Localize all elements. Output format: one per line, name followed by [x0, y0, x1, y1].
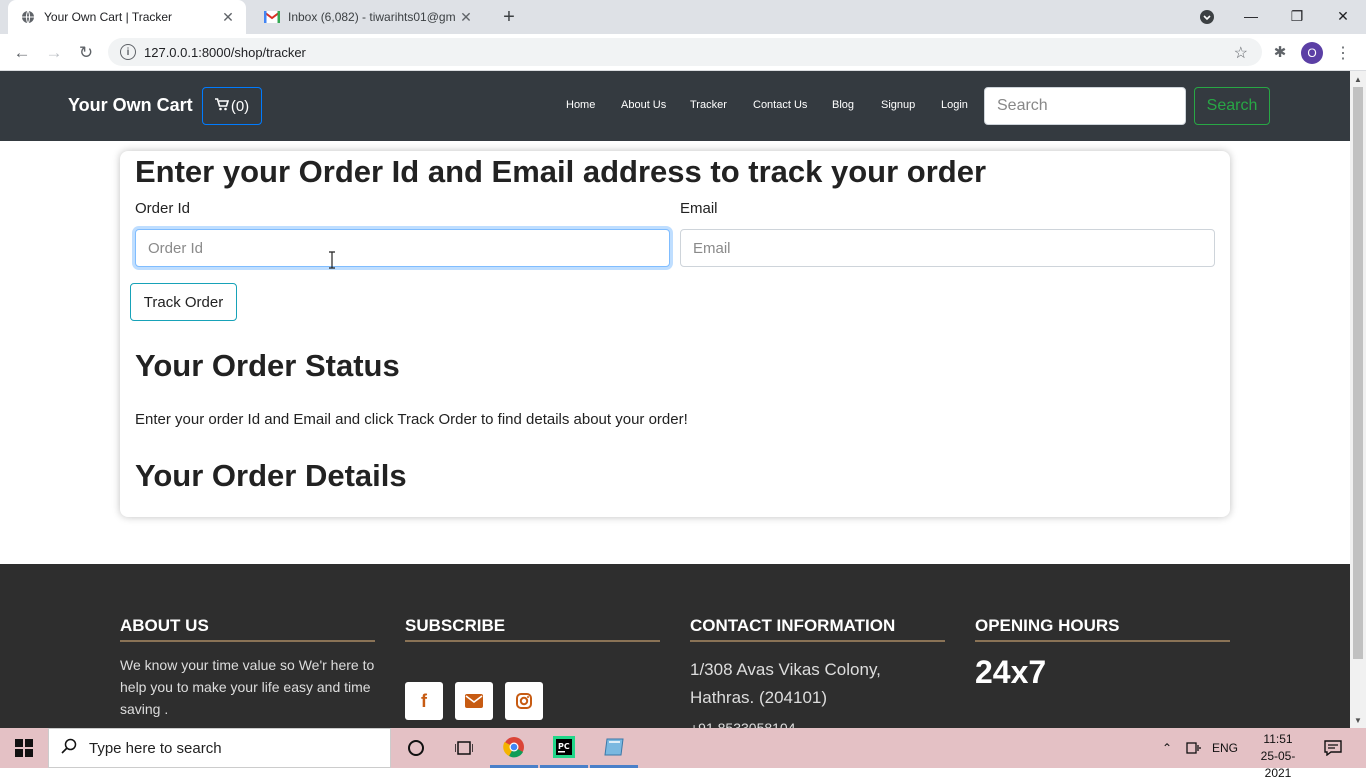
windows-taskbar: Type here to search PC ⌃ ENG 11:51 25-05…	[0, 728, 1366, 780]
page-scrollbar[interactable]: ▲ ▼	[1350, 71, 1366, 728]
gmail-icon	[264, 9, 280, 25]
email-input[interactable]: Email	[680, 229, 1215, 267]
nav-tracker[interactable]: Tracker	[690, 99, 727, 111]
footer-hours-title: OPENING HOURS	[975, 616, 1230, 642]
tray-chevron-icon[interactable]: ⌃	[1162, 728, 1172, 768]
nav-blog[interactable]: Blog	[832, 99, 854, 111]
order-status-heading: Your Order Status	[135, 348, 400, 383]
footer-subscribe: SUBSCRIBE f	[405, 616, 660, 720]
scrollbar-thumb[interactable]	[1353, 87, 1363, 659]
cart-icon	[214, 97, 229, 115]
app-window-icon[interactable]	[590, 728, 638, 768]
page-viewport: Your Own Cart (0) Home About Us Tracker …	[0, 71, 1350, 728]
site-search-button[interactable]: Search	[1194, 87, 1270, 125]
extensions-icon[interactable]: ✱	[1270, 42, 1290, 62]
cart-count: (0)	[230, 97, 250, 115]
facebook-icon[interactable]: f	[405, 682, 443, 720]
instagram-icon[interactable]	[505, 682, 543, 720]
site-navbar: Your Own Cart (0) Home About Us Tracker …	[0, 71, 1350, 141]
footer-contact-title: CONTACT INFORMATION	[690, 616, 945, 642]
nav-about-us[interactable]: About Us	[621, 99, 666, 111]
svg-text:PC: PC	[558, 742, 570, 751]
footer-subscribe-title: SUBSCRIBE	[405, 616, 660, 642]
footer-contact-address: 1/308 Avas Vikas Colony, Hathras. (20410…	[690, 660, 881, 707]
track-order-button[interactable]: Track Order	[130, 283, 237, 321]
envelope-icon[interactable]	[455, 682, 493, 720]
notification-icon[interactable]	[1324, 728, 1342, 768]
menu-icon[interactable]: ⋮	[1334, 42, 1352, 64]
address-bar[interactable]: i 127.0.0.1:8000/shop/tracker ☆	[108, 38, 1262, 66]
tab-search-icon[interactable]	[1196, 6, 1218, 28]
footer-contact-phone: +91 8533058104	[690, 720, 796, 728]
chrome-icon[interactable]	[490, 728, 538, 768]
task-view-icon[interactable]	[440, 728, 488, 768]
search-icon	[61, 738, 77, 759]
tab-tracker[interactable]: Your Own Cart | Tracker ✕	[8, 0, 246, 34]
footer-hours-value: 24x7	[975, 654, 1047, 690]
text-cursor-icon	[329, 251, 335, 269]
taskbar-clock[interactable]: 11:51 25-05-2021	[1252, 731, 1304, 782]
close-icon[interactable]: ✕	[456, 7, 476, 27]
network-icon[interactable]	[1186, 728, 1202, 768]
scroll-down-icon[interactable]: ▼	[1350, 712, 1366, 728]
language-indicator[interactable]: ENG	[1212, 728, 1238, 768]
taskbar-search-placeholder: Type here to search	[89, 739, 222, 757]
nav-contact-us[interactable]: Contact Us	[753, 99, 807, 111]
close-icon[interactable]: ✕	[218, 7, 238, 27]
footer-hours: OPENING HOURS 24x7	[975, 616, 1230, 691]
taskbar-search-input[interactable]: Type here to search	[48, 728, 391, 768]
footer-about-title: ABOUT US	[120, 616, 375, 642]
order-status-text: Enter your order Id and Email and click …	[135, 411, 688, 428]
order-id-input[interactable]: Order Id	[135, 229, 670, 267]
tracker-heading: Enter your Order Id and Email address to…	[135, 154, 987, 189]
url-text: 127.0.0.1:8000/shop/tracker	[144, 44, 306, 60]
cart-button[interactable]: (0)	[202, 87, 262, 125]
tab-strip: Your Own Cart | Tracker ✕ Inbox (6,082) …	[0, 0, 1366, 34]
nav-login[interactable]: Login	[941, 99, 968, 111]
site-footer: ABOUT US We know your time value so We'r…	[0, 564, 1350, 728]
info-icon[interactable]: i	[120, 44, 136, 60]
reload-icon[interactable]: ↻	[73, 40, 99, 66]
scroll-up-icon[interactable]: ▲	[1350, 71, 1366, 87]
email-label: Email	[680, 200, 718, 217]
globe-icon	[20, 9, 36, 25]
back-icon[interactable]: ←	[9, 40, 35, 66]
windows-start-icon[interactable]	[0, 728, 48, 768]
nav-signup[interactable]: Signup	[881, 99, 915, 111]
tab-inbox[interactable]: Inbox (6,082) - tiwarihts01@gmail.com ✕	[252, 0, 484, 34]
restore-icon[interactable]: ❐	[1274, 0, 1320, 32]
clock-time: 11:51	[1263, 732, 1293, 746]
site-brand[interactable]: Your Own Cart	[68, 95, 193, 116]
new-tab-icon[interactable]: +	[498, 6, 520, 28]
order-id-label: Order Id	[135, 200, 191, 217]
nav-home[interactable]: Home	[566, 99, 595, 111]
profile-avatar[interactable]: O	[1301, 42, 1323, 64]
forward-icon[interactable]: →	[41, 40, 67, 66]
tracker-card: Enter your Order Id and Email address to…	[120, 151, 1230, 517]
footer-about-text: We know your time value so We'r here to …	[120, 657, 375, 717]
bookmark-star-icon[interactable]: ☆	[1234, 43, 1248, 63]
browser-toolbar: ← → ↻ i 127.0.0.1:8000/shop/tracker ☆ ✱ …	[0, 34, 1366, 71]
tab-title: Your Own Cart | Tracker	[44, 10, 173, 24]
close-window-icon[interactable]: ✕	[1320, 0, 1366, 32]
cortana-icon[interactable]	[392, 728, 440, 768]
footer-contact: CONTACT INFORMATION 1/308 Avas Vikas Col…	[690, 616, 945, 728]
pycharm-icon[interactable]: PC	[540, 728, 588, 768]
site-search-input[interactable]: Search	[984, 87, 1186, 125]
footer-about: ABOUT US We know your time value so We'r…	[120, 616, 375, 720]
minimize-icon[interactable]: —	[1228, 0, 1274, 32]
clock-date: 25-05-2021	[1260, 749, 1296, 780]
order-details-heading: Your Order Details	[135, 458, 407, 493]
tab-title: Inbox (6,082) - tiwarihts01@gmail.com	[288, 10, 456, 24]
